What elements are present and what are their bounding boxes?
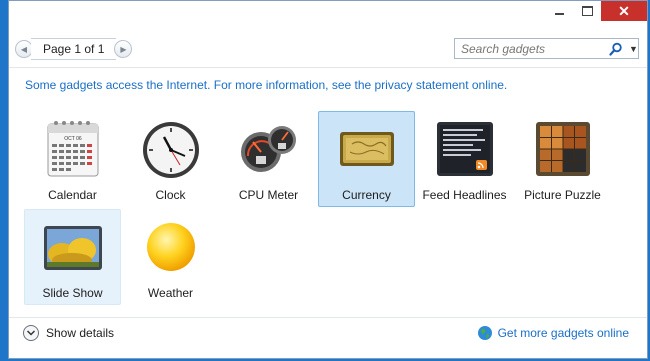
show-details-label: Show details: [46, 326, 115, 340]
gadget-tile-calendar[interactable]: OCT 06 Calendar: [24, 111, 121, 207]
search-box: ▼: [454, 38, 639, 59]
globe-icon: [477, 326, 492, 340]
gadget-label: Weather: [147, 286, 194, 300]
picture-puzzle-icon: [536, 122, 590, 176]
show-details-toggle[interactable]: Show details: [23, 325, 114, 341]
search-icon[interactable]: [609, 42, 623, 56]
pager: ◀ Page 1 of 1 ▶: [15, 38, 133, 60]
clock-icon: [143, 122, 199, 178]
minimize-icon: [554, 13, 564, 15]
footer-divider: [9, 317, 647, 318]
close-button[interactable]: ✕: [601, 1, 647, 21]
gadget-tile-picture-puzzle[interactable]: Picture Puzzle: [514, 111, 611, 207]
next-page-button[interactable]: ▶: [114, 40, 133, 58]
minimize-button[interactable]: [545, 1, 573, 21]
maximize-icon: [581, 6, 593, 16]
gadget-label: Currency: [342, 188, 391, 202]
search-input[interactable]: [459, 40, 603, 57]
gadget-tile-cpu-meter[interactable]: CPU Meter: [220, 111, 317, 207]
weather-icon: [147, 223, 195, 271]
cpu-meter-icon: [241, 126, 296, 172]
gadget-tile-feed-headlines[interactable]: Feed Headlines: [416, 111, 513, 207]
gadget-label: Slide Show: [42, 286, 103, 300]
gadget-tile-currency[interactable]: Currency: [318, 111, 415, 207]
gadget-label: CPU Meter: [238, 188, 299, 202]
gadget-label: Calendar: [48, 188, 97, 202]
gadget-label: Feed Headlines: [422, 188, 507, 202]
caption-buttons: ✕: [545, 1, 647, 23]
search-dropdown-icon[interactable]: ▼: [629, 44, 638, 54]
gadget-tile-weather[interactable]: Weather: [122, 209, 219, 305]
get-more-gadgets-link[interactable]: Get more gadgets online: [477, 325, 629, 341]
chevron-down-icon: [23, 325, 39, 341]
page-indicator: Page 1 of 1: [31, 38, 117, 60]
arrow-left-icon: ◀: [20, 44, 28, 54]
gadget-tile-slide-show[interactable]: Slide Show: [24, 209, 121, 305]
gadget-label: Clock: [155, 188, 186, 202]
toolbar-divider: [9, 67, 647, 68]
gadgets-window: ✕ ◀ Page 1 of 1 ▶ ▼ Some gadgets access …: [8, 0, 648, 359]
arrow-right-icon: ▶: [120, 44, 127, 54]
slide-show-icon: [44, 226, 102, 270]
currency-icon: [340, 132, 394, 166]
calendar-icon-month: OCT 06: [64, 136, 82, 142]
maximize-button[interactable]: [573, 1, 601, 21]
gadget-label: Picture Puzzle: [524, 188, 601, 202]
feed-headlines-icon: [437, 122, 493, 176]
privacy-info-link[interactable]: Some gadgets access the Internet. For mo…: [25, 78, 507, 92]
gadget-tile-clock[interactable]: Clock: [122, 111, 219, 207]
calendar-icon: OCT 06: [47, 121, 99, 177]
get-more-gadgets-label: Get more gadgets online: [497, 326, 629, 340]
close-icon: ✕: [618, 2, 630, 19]
